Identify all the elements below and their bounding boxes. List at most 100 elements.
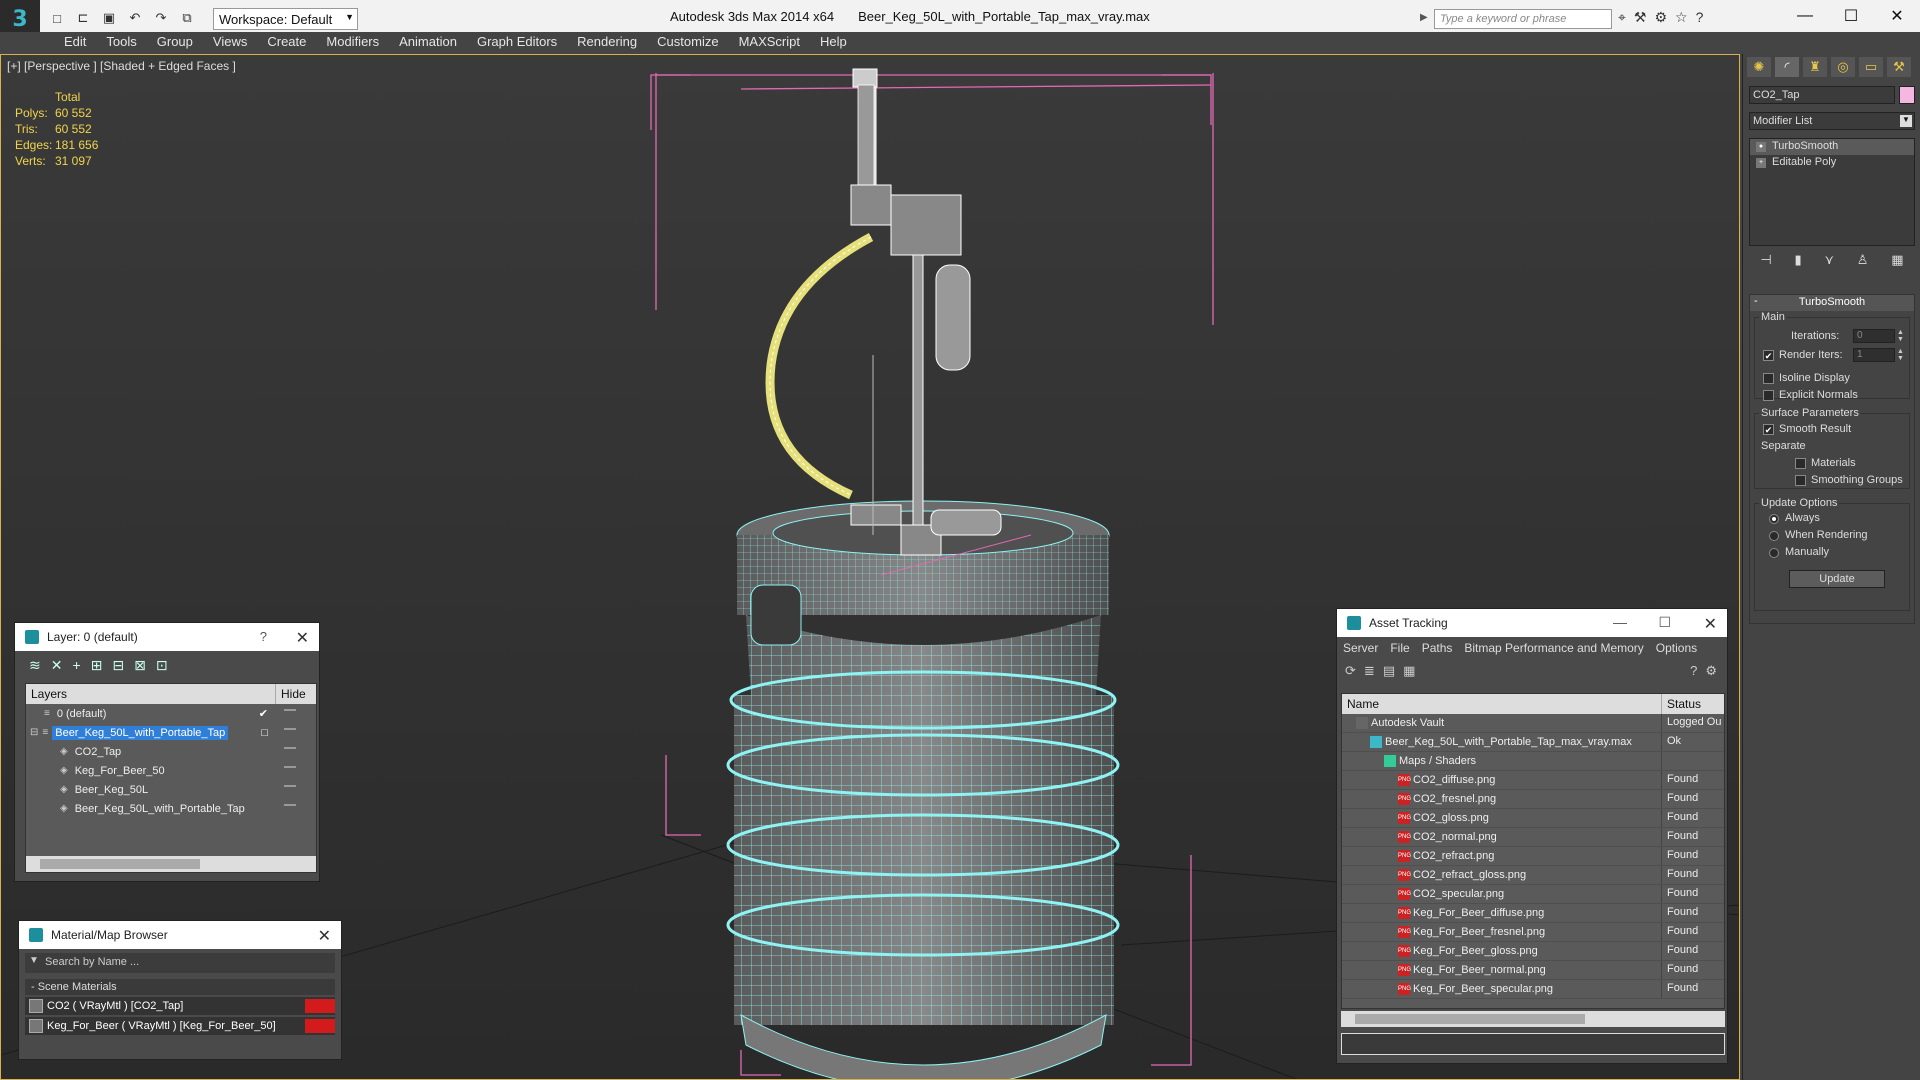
menu-rendering[interactable]: Rendering <box>567 32 647 52</box>
render-iters-checkbox[interactable]: ✔ <box>1763 350 1774 361</box>
save-file-icon[interactable]: ▣ <box>98 8 120 28</box>
make-unique-icon[interactable]: ⋎ <box>1824 252 1834 272</box>
layer-row[interactable]: ◈ Beer_Keg_50L <box>26 780 316 799</box>
layer-manager-icon[interactable]: ≋ <box>29 657 41 673</box>
update-button[interactable]: Update <box>1789 570 1885 588</box>
asset-row[interactable]: PNG CO2_gloss.png Found <box>1342 809 1724 828</box>
isoline-checkbox[interactable] <box>1763 373 1774 384</box>
expand-plus-icon[interactable]: + <box>1756 158 1766 168</box>
asset-row[interactable]: PNG CO2_refract.png Found <box>1342 847 1724 866</box>
create-tab-icon[interactable]: ✺ <box>1747 57 1771 77</box>
maximize-icon[interactable]: ☐ <box>1658 614 1671 631</box>
motion-tab-icon[interactable]: ◎ <box>1831 57 1855 77</box>
spinner-arrows-icon[interactable]: ▲ ▼ <box>1897 348 1905 362</box>
asset-row[interactable]: Autodesk Vault Logged Ou <box>1342 714 1724 733</box>
lightbulb-icon[interactable]: ● <box>1756 142 1766 152</box>
layer-row[interactable]: ◈ Keg_For_Beer_50 <box>26 761 316 780</box>
col-status[interactable]: Status <box>1662 694 1724 714</box>
refresh-icon[interactable]: ⟳ <box>1345 663 1356 681</box>
stack-item-editable-poly[interactable]: + Editable Poly <box>1750 155 1914 171</box>
menu-customize[interactable]: Customize <box>647 32 728 52</box>
explicit-normals-checkbox[interactable] <box>1763 390 1774 401</box>
smoothing-groups-checkbox[interactable] <box>1795 475 1806 486</box>
settings-icon[interactable]: ⚙ <box>1705 663 1717 679</box>
material-browser-titlebar[interactable]: Material/Map Browser ✕ <box>19 921 341 949</box>
close-icon[interactable]: ✕ <box>1874 0 1920 32</box>
highlight-layer-icon[interactable]: ⊠ <box>134 657 146 673</box>
add-selection-icon[interactable]: ⊞ <box>91 657 103 673</box>
detail-view-icon[interactable]: ▤ <box>1383 663 1395 681</box>
hide-toggle[interactable] <box>284 728 296 730</box>
hide-toggle[interactable] <box>284 785 296 787</box>
binoculars-icon[interactable]: ⌖ <box>1618 9 1626 26</box>
utilities-tab-icon[interactable]: ⚒ <box>1887 57 1911 77</box>
chevron-down-icon[interactable]: ▼ <box>29 955 39 966</box>
horizontal-scrollbar[interactable] <box>1341 1011 1725 1027</box>
layer-panel-titlebar[interactable]: Layer: 0 (default) ? ✕ <box>15 623 319 651</box>
close-icon[interactable]: ✕ <box>1704 614 1717 634</box>
help-icon[interactable]: ? <box>1690 663 1697 679</box>
menu-options[interactable]: Options <box>1656 641 1697 655</box>
hide-all-icon[interactable]: ⊡ <box>156 657 168 673</box>
maximize-icon[interactable]: ☐ <box>1828 0 1874 32</box>
scene-materials-section[interactable]: - Scene Materials <box>25 979 335 995</box>
object-color-swatch[interactable] <box>1899 86 1915 104</box>
asset-row[interactable]: PNG CO2_diffuse.png Found <box>1342 771 1724 790</box>
minimize-icon[interactable]: — <box>1613 614 1627 630</box>
rollout-header[interactable]: - TurboSmooth <box>1750 295 1914 311</box>
pin-stack-icon[interactable]: ⊣ <box>1760 252 1771 272</box>
delete-layer-icon[interactable]: ✕ <box>51 657 63 673</box>
menu-graph-editors[interactable]: Graph Editors <box>467 32 567 52</box>
add-layer-icon[interactable]: + <box>72 657 80 673</box>
checkbox-icon[interactable]: □ <box>261 727 268 739</box>
open-file-icon[interactable]: ⊏ <box>72 8 94 28</box>
menu-views[interactable]: Views <box>203 32 257 52</box>
expand-icon[interactable]: ⊟ <box>30 727 38 738</box>
list-view-icon[interactable]: ≣ <box>1364 663 1375 681</box>
layer-row[interactable]: ◈ Beer_Keg_50L_with_Portable_Tap <box>26 799 316 818</box>
hide-toggle[interactable] <box>284 747 296 749</box>
menu-paths[interactable]: Paths <box>1422 641 1453 655</box>
menu-bitmap-performance[interactable]: Bitmap Performance and Memory <box>1464 641 1643 655</box>
menu-modifiers[interactable]: Modifiers <box>316 32 389 52</box>
materials-checkbox[interactable] <box>1795 458 1806 469</box>
path-input[interactable] <box>1341 1033 1725 1055</box>
menu-server[interactable]: Server <box>1343 641 1378 655</box>
when-rendering-radio[interactable] <box>1769 531 1779 541</box>
layer-row[interactable]: ◈ CO2_Tap <box>26 742 316 761</box>
object-name-field[interactable]: CO2_Tap <box>1749 86 1895 104</box>
scrollbar-thumb[interactable] <box>40 859 200 869</box>
menu-group[interactable]: Group <box>147 32 203 52</box>
close-icon[interactable]: ✕ <box>296 628 309 648</box>
asset-row[interactable]: PNG Keg_For_Beer_normal.png Found <box>1342 961 1724 980</box>
asset-row[interactable]: PNG Keg_For_Beer_diffuse.png Found <box>1342 904 1724 923</box>
remove-modifier-icon[interactable]: ♙ <box>1857 252 1869 272</box>
menu-maxscript[interactable]: MAXScript <box>729 32 810 52</box>
new-file-icon[interactable]: □ <box>46 8 68 28</box>
help-icon[interactable]: ? <box>1696 9 1704 26</box>
layer-row[interactable]: ⊟ ≡ Beer_Keg_50L_with_Portable_Tap □ <box>26 723 316 742</box>
search-expand-icon[interactable]: ▶ <box>1420 12 1428 23</box>
asset-row[interactable]: PNG CO2_specular.png Found <box>1342 885 1724 904</box>
spinner-arrows-icon[interactable]: ▲ ▼ <box>1897 329 1905 343</box>
display-tab-icon[interactable]: ▭ <box>1859 57 1883 77</box>
hierarchy-tab-icon[interactable]: ♜ <box>1803 57 1827 77</box>
col-name[interactable]: Name <box>1342 694 1662 714</box>
close-icon[interactable]: ✕ <box>318 926 331 946</box>
menu-file[interactable]: File <box>1390 641 1409 655</box>
asset-tracking-titlebar[interactable]: Asset Tracking — ☐ ✕ <box>1337 609 1727 637</box>
render-iters-spinner[interactable]: 1 <box>1853 348 1895 362</box>
asset-row[interactable]: PNG CO2_normal.png Found <box>1342 828 1724 847</box>
help-icon[interactable]: ? <box>260 629 267 644</box>
material-search-input[interactable]: ▼ Search by Name ... <box>25 953 335 973</box>
stack-item-turbosmooth[interactable]: ● TurboSmooth <box>1750 139 1914 155</box>
asset-row[interactable]: Beer_Keg_50L_with_Portable_Tap_max_vray.… <box>1342 733 1724 752</box>
horizontal-scrollbar[interactable] <box>26 856 316 872</box>
asset-row[interactable]: PNG Keg_For_Beer_fresnel.png Found <box>1342 923 1724 942</box>
hide-toggle[interactable] <box>284 804 296 806</box>
viewport-label[interactable]: [+] [Perspective ] [Shaded + Edged Faces… <box>7 59 236 73</box>
menu-help[interactable]: Help <box>810 32 857 52</box>
subscription-icon[interactable]: ⚒ <box>1634 9 1647 26</box>
always-radio[interactable] <box>1769 514 1779 524</box>
layer-row[interactable]: ≡ 0 (default) ✔ <box>26 704 316 723</box>
